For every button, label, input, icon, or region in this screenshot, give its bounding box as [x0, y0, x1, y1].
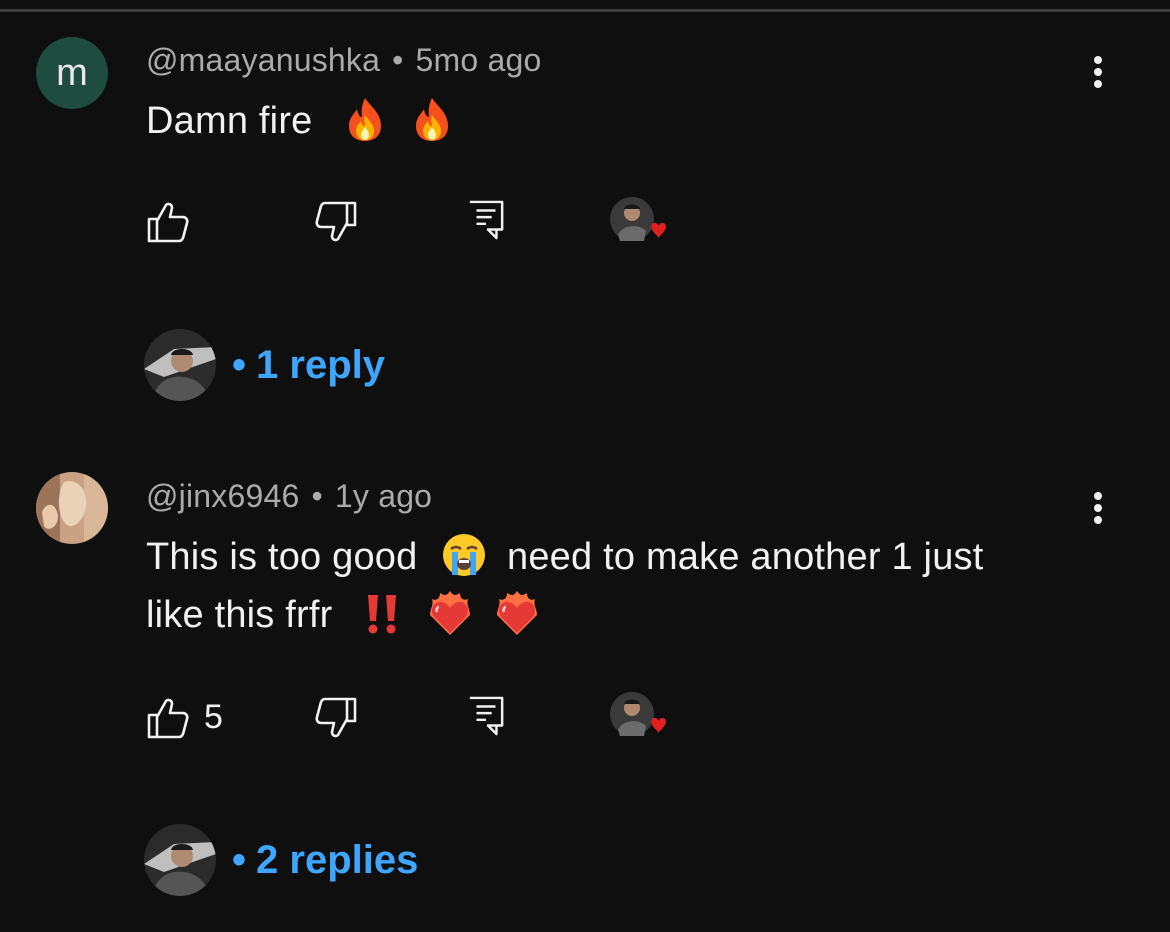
comment-text: Damn fire	[146, 92, 1106, 150]
more-options-icon[interactable]	[1084, 488, 1112, 528]
fire-emoji-icon	[349, 98, 382, 141]
double-exclamation-emoji-icon	[368, 595, 397, 634]
comment-meta: @maayanushka • 5mo ago	[146, 42, 541, 79]
replies-count-label[interactable]: 2 replies	[256, 838, 418, 883]
heart-on-fire-emoji-icon	[496, 591, 537, 635]
comment-text-part: This is too good	[146, 536, 418, 578]
comment-1: m @maayanushka • 5mo ago Damn fire • 1 r…	[0, 0, 1170, 430]
thumbs-down-icon[interactable]	[314, 200, 358, 244]
comment-2: @jinx6946 • 1y ago This is too good need t…	[0, 472, 1170, 922]
view-replies-button[interactable]: • 1 reply	[144, 328, 385, 402]
meta-separator: •	[392, 42, 404, 78]
reply-separator: •	[232, 342, 247, 387]
author-name[interactable]: @jinx6946	[146, 478, 300, 514]
creator-heart-icon	[610, 197, 666, 241]
reply-separator: •	[232, 837, 247, 882]
reply-avatar	[144, 824, 216, 896]
fire-emoji-icon	[416, 98, 449, 141]
avatar[interactable]	[36, 472, 108, 544]
reply-icon[interactable]	[467, 694, 505, 738]
loudly-crying-face-emoji-icon	[443, 534, 486, 576]
comment-time: 1y ago	[334, 478, 433, 514]
reply-icon[interactable]	[467, 198, 505, 242]
replies-count-label[interactable]: 1 reply	[256, 343, 385, 388]
comment-text: This is too good need to make another 1 …	[146, 528, 1106, 644]
thumbs-up-icon[interactable]	[146, 696, 190, 740]
comment-time: 5mo ago	[415, 42, 542, 78]
meta-separator: •	[311, 478, 323, 514]
more-options-icon[interactable]	[1084, 52, 1112, 92]
comment-text-content: Damn fire	[146, 100, 313, 142]
like-count: 5	[204, 698, 223, 736]
author-name[interactable]: @maayanushka	[146, 42, 380, 78]
comment-meta: @jinx6946 • 1y ago	[146, 478, 432, 515]
reply-avatar	[144, 329, 216, 401]
thumbs-down-icon[interactable]	[314, 696, 358, 740]
avatar[interactable]: m	[36, 37, 108, 109]
thumbs-up-icon[interactable]	[146, 200, 190, 244]
creator-heart-icon	[610, 692, 666, 736]
heart-on-fire-emoji-icon	[430, 591, 471, 635]
comment-text-part: like this frfr	[146, 594, 333, 636]
view-replies-button[interactable]: • 2 replies	[144, 823, 418, 897]
comment-text-part: need to make another 1 just	[507, 536, 984, 578]
